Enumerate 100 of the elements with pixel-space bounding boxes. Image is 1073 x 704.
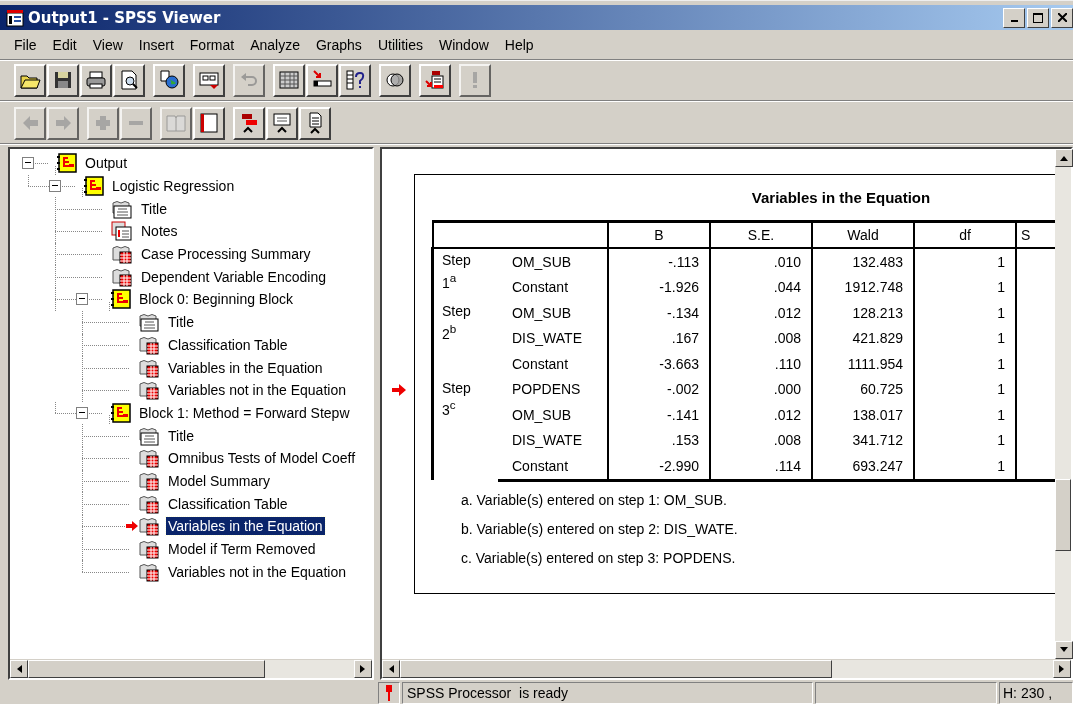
globe-icon [158, 69, 180, 91]
current-item-arrow-icon [392, 384, 406, 396]
menu-item[interactable]: Analyze [242, 36, 308, 53]
table-cell: 421.829 [812, 325, 914, 351]
open-book-icon [165, 112, 187, 134]
table-cell: .167 [608, 325, 710, 351]
table-cell: 1 [914, 325, 1016, 351]
table-page-icon [111, 244, 133, 265]
table-cell: DIS_WATE [498, 427, 608, 453]
horizontal-scrollbar[interactable] [10, 659, 372, 678]
table-page-icon [138, 357, 160, 378]
print-button[interactable] [80, 63, 112, 97]
table-cell: 1111.954 [812, 351, 914, 377]
variables-button[interactable] [339, 63, 371, 97]
column-header: B [608, 221, 710, 248]
notes-page-icon [111, 221, 133, 242]
table-cell: -.141 [608, 402, 710, 428]
left-arrow-icon [16, 665, 22, 673]
left-arrow-icon [388, 665, 394, 673]
table-page-icon [111, 266, 133, 287]
table-title: Variables in the Equation [750, 189, 932, 206]
table-cell: 132.483 [812, 248, 914, 275]
goto-case-button[interactable] [306, 63, 338, 97]
demote-icon [271, 112, 293, 134]
collapse-toggle[interactable] [76, 293, 88, 306]
table-cell: 693.247 [812, 453, 914, 480]
collapse-toggle[interactable] [76, 406, 88, 419]
table-cell: 1 [914, 300, 1016, 326]
table-cell: .044 [710, 274, 812, 300]
down-arrow-icon [1060, 647, 1068, 653]
book-icon [111, 402, 131, 423]
designate-button[interactable] [419, 63, 451, 97]
table-cell: Constant [498, 351, 608, 377]
title-page-icon [111, 198, 133, 219]
scroll-thumb[interactable] [28, 660, 265, 678]
horizontal-scrollbar[interactable] [382, 659, 1071, 678]
table-page-icon [138, 539, 160, 560]
hide-button[interactable] [193, 106, 225, 140]
table-cell: OM_SUB [498, 402, 608, 428]
processor-icon [384, 684, 394, 702]
table-cell: -3.663 [608, 351, 710, 377]
table-page-icon [138, 493, 160, 514]
app-icon [6, 8, 24, 27]
scroll-thumb[interactable] [400, 660, 832, 678]
preview-button[interactable] [113, 63, 145, 97]
collapse-toggle[interactable] [22, 157, 34, 170]
step-label: Step 3$^{c}$ [442, 378, 471, 420]
collapse-toggle[interactable] [49, 180, 61, 193]
table-cell: 1 [914, 351, 1016, 377]
save-button[interactable] [47, 63, 79, 97]
outline-item[interactable]: Variables not in the Equation [166, 381, 348, 400]
table-cell: .012 [710, 402, 812, 428]
vertical-scrollbar[interactable] [1055, 149, 1071, 659]
table-page-icon [138, 380, 160, 401]
outline-item[interactable]: Variables in the Equation [166, 517, 325, 536]
outline-item[interactable]: Block 0: Beginning Block [137, 290, 296, 309]
right-arrow-icon [1059, 665, 1065, 673]
menu-item[interactable]: View [84, 36, 131, 53]
scroll-thumb[interactable] [1055, 479, 1071, 551]
menu-item[interactable]: Insert [130, 36, 182, 53]
menu-item[interactable]: Graphs [307, 36, 370, 53]
table-cell: 1 [914, 274, 1016, 300]
title-page-icon [138, 312, 160, 333]
menu-item[interactable]: Utilities [369, 36, 431, 53]
plus-icon [95, 115, 111, 131]
menu-item[interactable]: Help [496, 36, 542, 53]
menu-item[interactable]: File [6, 36, 45, 53]
step-label: Step 2$^{b}$ [442, 302, 471, 343]
table-page-icon [138, 334, 160, 355]
insert-button[interactable] [299, 106, 331, 140]
menu-item[interactable]: Format [181, 36, 243, 53]
table-cell: -1.926 [608, 274, 710, 300]
maximize-button[interactable] [1027, 7, 1049, 28]
minimize-icon [1010, 20, 1018, 22]
page-magnifier-icon [118, 69, 140, 91]
table-cell: 128.213 [812, 300, 914, 326]
column-header: S.E. [710, 221, 812, 248]
sets-button[interactable] [379, 63, 411, 97]
menu-item[interactable]: Edit [44, 36, 85, 53]
table-cell: .008 [710, 427, 812, 453]
minimize-button[interactable] [1003, 7, 1025, 28]
table-page-icon [138, 470, 160, 491]
right-arrow-icon [360, 665, 366, 673]
table-cell: 341.712 [812, 427, 914, 453]
close-button[interactable] [1051, 7, 1073, 28]
export-button[interactable] [153, 63, 185, 97]
dialog-recall-button[interactable] [193, 63, 225, 97]
table-cell: -.113 [608, 248, 710, 275]
outline-item[interactable]: Logistic Regression [110, 177, 237, 196]
menu-item[interactable]: Window [431, 36, 497, 53]
outline-item[interactable]: Case Processing Summary [139, 245, 313, 264]
table-cell: .010 [710, 248, 812, 275]
demote-button[interactable] [266, 106, 298, 140]
open-button[interactable] [14, 63, 46, 97]
promote-button[interactable] [233, 106, 265, 140]
table-cell: -2.990 [608, 453, 710, 480]
footnote: c. Variable(s) entered on step 3: POPDENS. [461, 549, 737, 568]
data-button[interactable] [273, 63, 305, 97]
exclamation-icon [472, 71, 478, 89]
table-page-icon [138, 516, 160, 537]
